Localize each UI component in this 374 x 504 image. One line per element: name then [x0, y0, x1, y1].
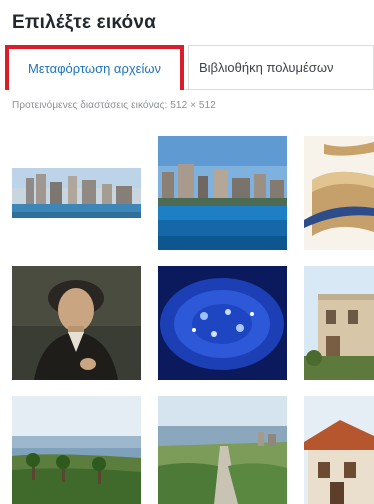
tab-bar: Μεταφόρτωση αρχείων Βιβλιοθήκη πολυμέσων [5, 45, 374, 91]
image-thumbnail-aerial-avenue[interactable] [158, 396, 287, 504]
recommended-size-hint: Προτεινόμενες διαστάσεις εικόνας: 512 × … [12, 100, 216, 111]
image-thumbnail-stone-building[interactable] [304, 266, 374, 380]
image-thumbnail-open-book-logo[interactable] [304, 136, 374, 250]
image-thumbnail-historical-portrait[interactable] [12, 266, 141, 380]
image-thumbnail-tiled-roof-house[interactable] [304, 396, 374, 504]
tab-media-library[interactable]: Βιβλιοθήκη πολυμέσων [188, 45, 374, 89]
image-thumbnail-blue-dish-art[interactable] [158, 266, 287, 380]
image-thumbnail-coastal-skyline-panorama[interactable] [12, 136, 141, 250]
image-thumbnail-palm-promenade[interactable] [12, 396, 141, 504]
image-thumbnail-seafront-towers[interactable] [158, 136, 287, 250]
image-picker-dialog: Επιλέξτε εικόνα Μεταφόρτωση αρχείων Βιβλ… [0, 0, 374, 504]
tab-upload-files[interactable]: Μεταφόρτωση αρχείων [5, 45, 184, 90]
dialog-title: Επιλέξτε εικόνα [12, 12, 156, 33]
